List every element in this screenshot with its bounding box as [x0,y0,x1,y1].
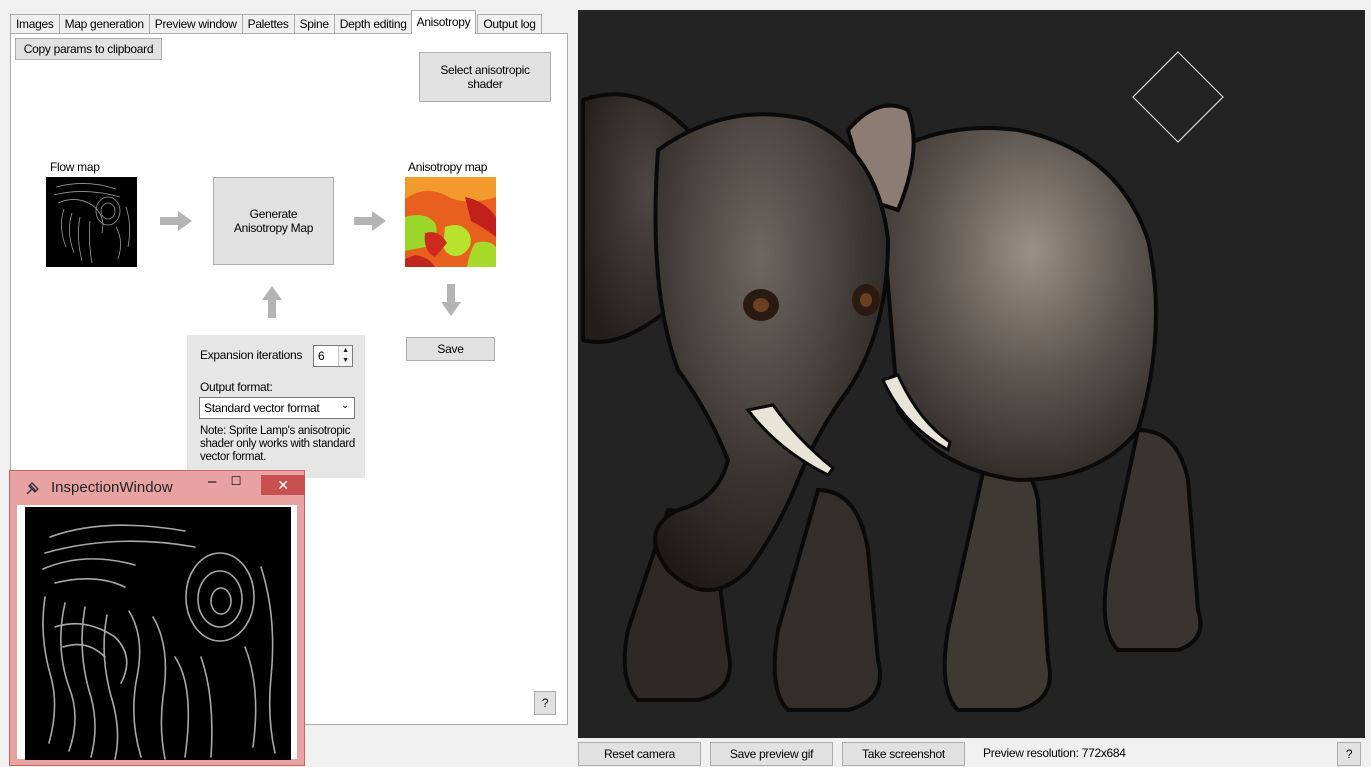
elephant-sprite-preview [581,92,1203,712]
maximize-button[interactable]: ☐ [226,474,246,494]
reset-camera-button[interactable]: Reset camera [578,742,701,766]
flow-map-image [53,183,130,264]
chevron-down-icon: ⌄ [340,400,349,411]
output-format-select[interactable]: Standard vector format ⌄ [199,397,355,419]
anisotropy-map-caption: Anisotropy map [408,160,488,174]
preview-viewport[interactable] [578,10,1365,738]
preview-resolution-text: Preview resolution: 772x684 [983,746,1126,760]
help-button[interactable]: ? [534,691,556,715]
light-gizmo-icon[interactable] [1131,50,1225,144]
anisotropy-map-thumbnail[interactable] [405,177,496,267]
close-button[interactable]: ✕ [261,475,305,495]
take-screenshot-button[interactable]: Take screenshot [842,742,965,766]
expansion-iterations-label: Expansion iterations [200,348,303,362]
tab-images[interactable]: Images [10,14,60,34]
tab-depth-editing[interactable]: Depth editing [333,14,413,34]
anisotropy-map-image [405,177,496,267]
tab-palettes[interactable]: Palettes [241,14,295,34]
save-preview-gif-button[interactable]: Save preview gif [710,742,833,766]
arrow-up-icon [262,286,282,318]
arrow-down-icon [441,284,461,316]
tab-output-log[interactable]: Output log [477,14,542,34]
expansion-iterations-value: 6 [318,349,325,363]
arrow-right-icon [160,211,192,231]
flow-map-inspection-image [42,524,276,760]
copy-params-button[interactable]: Copy params to clipboard [15,38,162,60]
window-title: InspectionWindow [51,479,173,496]
inspection-window[interactable]: InspectionWindow – ☐ ✕ [9,470,305,766]
tab-map-generation[interactable]: Map generation [58,14,150,34]
arrow-right-icon [354,211,386,231]
minimize-button[interactable]: – [202,473,222,493]
expansion-iterations-stepper[interactable]: 6 ▲ ▼ [313,345,353,367]
tab-anisotropy[interactable]: Anisotropy [410,10,477,34]
tab-strip: Images Map generation Preview window Pal… [10,10,542,34]
flow-map-caption: Flow map [50,160,100,174]
format-note: Note: Sprite Lamp's anisotropic shader o… [200,425,355,463]
pin-icon [26,482,39,495]
save-button[interactable]: Save [406,337,495,361]
tab-preview-window[interactable]: Preview window [148,14,243,34]
generate-anisotropy-button[interactable]: Generate Anisotropy Map [213,177,334,265]
output-format-value: Standard vector format [204,401,320,415]
help-button[interactable]: ? [1337,742,1361,766]
flow-map-thumbnail[interactable] [46,177,137,267]
chevron-down-icon[interactable]: ▼ [339,356,352,366]
tab-spine[interactable]: Spine [293,14,335,34]
select-shader-button[interactable]: Select anisotropic shader [419,52,551,102]
stepper-arrows[interactable]: ▲ ▼ [338,346,352,366]
output-format-label: Output format: [200,380,273,394]
inspection-canvas[interactable] [25,507,291,760]
chevron-up-icon[interactable]: ▲ [339,346,352,356]
